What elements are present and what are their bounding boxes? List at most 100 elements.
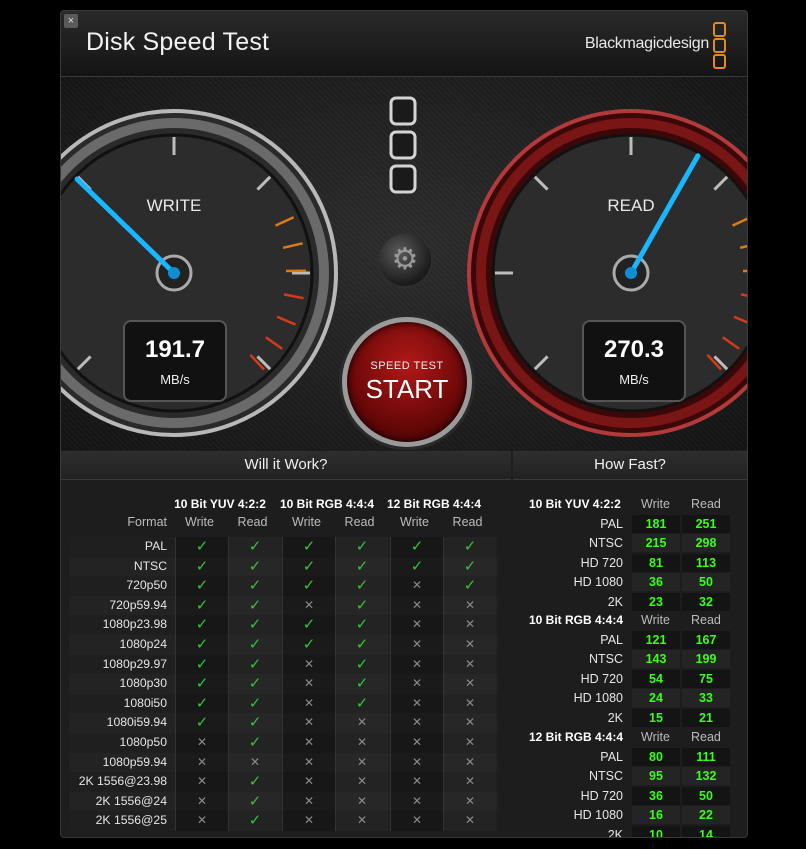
cross-icon: ✕ <box>282 791 335 812</box>
format-label: 2K 1556@23.98 <box>78 774 167 789</box>
how-fast-row: NTSC 143 199 <box>513 650 747 669</box>
write-speed-cell: 215 <box>632 534 680 553</box>
table-row: 1080p50 ✕ ✓ ✕ ✕ ✕ ✕ <box>69 732 498 753</box>
format-label: 2K 1556@24 <box>95 793 167 808</box>
settings-gear-icon[interactable]: ⚙ <box>377 232 433 288</box>
write-speed-cell: 36 <box>632 786 680 805</box>
cross-icon: ✕ <box>443 674 496 694</box>
format-label: 2K <box>607 827 623 838</box>
how-fast-group: 12 Bit RGB 4:4:4 Write Read PAL 80 111 NTSC 95 1… <box>513 730 747 838</box>
cross-icon: ✕ <box>282 752 335 773</box>
cross-icon: ✕ <box>390 634 443 655</box>
check-icon: ✓ <box>443 537 496 557</box>
format-label: HD 1080 <box>573 808 623 823</box>
cross-icon: ✕ <box>443 693 496 714</box>
how-fast-row: NTSC 215 298 <box>513 534 747 553</box>
how-fast-title: How Fast? <box>513 451 747 480</box>
cross-icon: ✕ <box>175 732 228 753</box>
how-fast-group: 10 Bit RGB 4:4:4 Write Read PAL 121 167 NTSC 14… <box>513 613 747 729</box>
read-speed-value: 270.3 <box>603 336 665 363</box>
check-icon: ✓ <box>282 537 335 557</box>
cross-icon: ✕ <box>282 654 335 675</box>
how-fast-row: HD 720 81 113 <box>513 553 747 573</box>
how-fast-row: 2K 23 32 <box>513 592 747 612</box>
read-speed-cell: 111 <box>682 748 730 766</box>
format-label: HD 720 <box>580 788 623 803</box>
how-fast-row: NTSC 95 132 <box>513 767 747 786</box>
format-label: PAL <box>144 539 167 553</box>
read-speed-cell: 167 <box>682 631 730 649</box>
cross-icon: ✕ <box>390 674 443 694</box>
how-fast-group-title: 12 Bit RGB 4:4:4 <box>529 730 624 744</box>
read-header: Read <box>691 497 721 511</box>
read-gauge-label: READ <box>607 196 654 215</box>
read-speed-cell: 113 <box>682 553 730 572</box>
cross-icon: ✕ <box>390 713 443 733</box>
check-icon: ✓ <box>228 615 281 635</box>
cross-icon: ✕ <box>390 772 443 792</box>
cross-icon: ✕ <box>282 713 335 733</box>
check-icon: ✓ <box>390 556 443 577</box>
write-speed-cell: 121 <box>632 631 680 649</box>
cross-icon: ✕ <box>390 576 443 596</box>
group-header-rgb444-12: 12 Bit RGB 4:4:4 <box>386 497 482 511</box>
write-header: Write <box>641 730 670 744</box>
close-button[interactable]: × <box>64 14 78 28</box>
write-speed-cell: 54 <box>632 669 680 688</box>
cross-icon: ✕ <box>335 772 388 792</box>
cross-icon: ✕ <box>335 791 388 812</box>
cross-icon: ✕ <box>390 811 443 831</box>
how-fast-row: HD 1080 24 33 <box>513 689 747 708</box>
cross-icon: ✕ <box>282 772 335 792</box>
table-row: 1080p30 ✓ ✓ ✕ ✓ ✕ ✕ <box>69 674 498 694</box>
check-icon: ✓ <box>175 693 228 714</box>
write-speed-cell: 24 <box>632 689 680 708</box>
format-label: 1080i50 <box>123 695 167 710</box>
start-button[interactable]: SPEED TEST START <box>342 317 472 447</box>
cross-icon: ✕ <box>443 772 496 792</box>
check-icon: ✓ <box>175 674 228 694</box>
check-icon: ✓ <box>335 615 388 635</box>
will-it-work-panel: Will it Work? 10 Bit YUV 4:2:2 10 Bit RG… <box>61 451 511 837</box>
cross-icon: ✕ <box>390 752 443 773</box>
table-row: 2K 1556@25 ✕ ✓ ✕ ✕ ✕ ✕ <box>69 811 498 831</box>
check-icon: ✓ <box>228 595 281 616</box>
check-icon: ✓ <box>335 576 388 596</box>
check-icon: ✓ <box>228 556 281 577</box>
check-icon: ✓ <box>175 634 228 655</box>
write-speed-cell: 80 <box>632 748 680 766</box>
cross-icon: ✕ <box>390 693 443 714</box>
cross-icon: ✕ <box>175 752 228 773</box>
how-fast-row: PAL 121 167 <box>513 631 747 650</box>
read-speed-unit: MB/s <box>619 372 649 387</box>
read-speed-cell: 50 <box>682 573 730 592</box>
write-speed-cell: 23 <box>632 592 680 611</box>
format-label: PAL <box>600 633 623 647</box>
cross-icon: ✕ <box>390 732 443 753</box>
will-it-work-title: Will it Work? <box>61 451 511 480</box>
will-it-work-table: PAL ✓ ✓ ✓ ✓ ✓ ✓ NTSC ✓ ✓ ✓ ✓ ✓ ✓ 720p50 ✓ ✓ ✓ ✓ ✕ ✓ 720p59.94… <box>69 537 498 831</box>
how-fast-row: PAL 80 111 <box>513 748 747 767</box>
read-speed-cell: 50 <box>682 786 730 805</box>
check-icon: ✓ <box>228 537 281 557</box>
how-fast-row: PAL 181 251 <box>513 515 747 534</box>
read-speed-cell: 21 <box>682 708 730 727</box>
check-icon: ✓ <box>282 556 335 577</box>
table-row: 2K 1556@24 ✕ ✓ ✕ ✕ ✕ ✕ <box>69 791 498 812</box>
table-row: 1080p59.94 ✕ ✕ ✕ ✕ ✕ ✕ <box>69 752 498 773</box>
cross-icon: ✕ <box>443 634 496 655</box>
sub-header-read: Read <box>452 515 483 529</box>
check-icon: ✓ <box>335 556 388 577</box>
cross-icon: ✕ <box>282 595 335 616</box>
check-icon: ✓ <box>335 595 388 616</box>
check-icon: ✓ <box>228 674 281 694</box>
sub-header-read: Read <box>344 515 375 529</box>
sub-header-write: Write <box>292 515 321 529</box>
start-button-label: START <box>365 374 449 404</box>
read-gauge-needle-pin <box>625 267 637 279</box>
format-label: 2K <box>607 594 623 609</box>
cross-icon: ✕ <box>443 615 496 635</box>
brand-logo-icon <box>713 22 726 70</box>
cross-icon: ✕ <box>228 752 281 773</box>
check-icon: ✓ <box>282 634 335 655</box>
